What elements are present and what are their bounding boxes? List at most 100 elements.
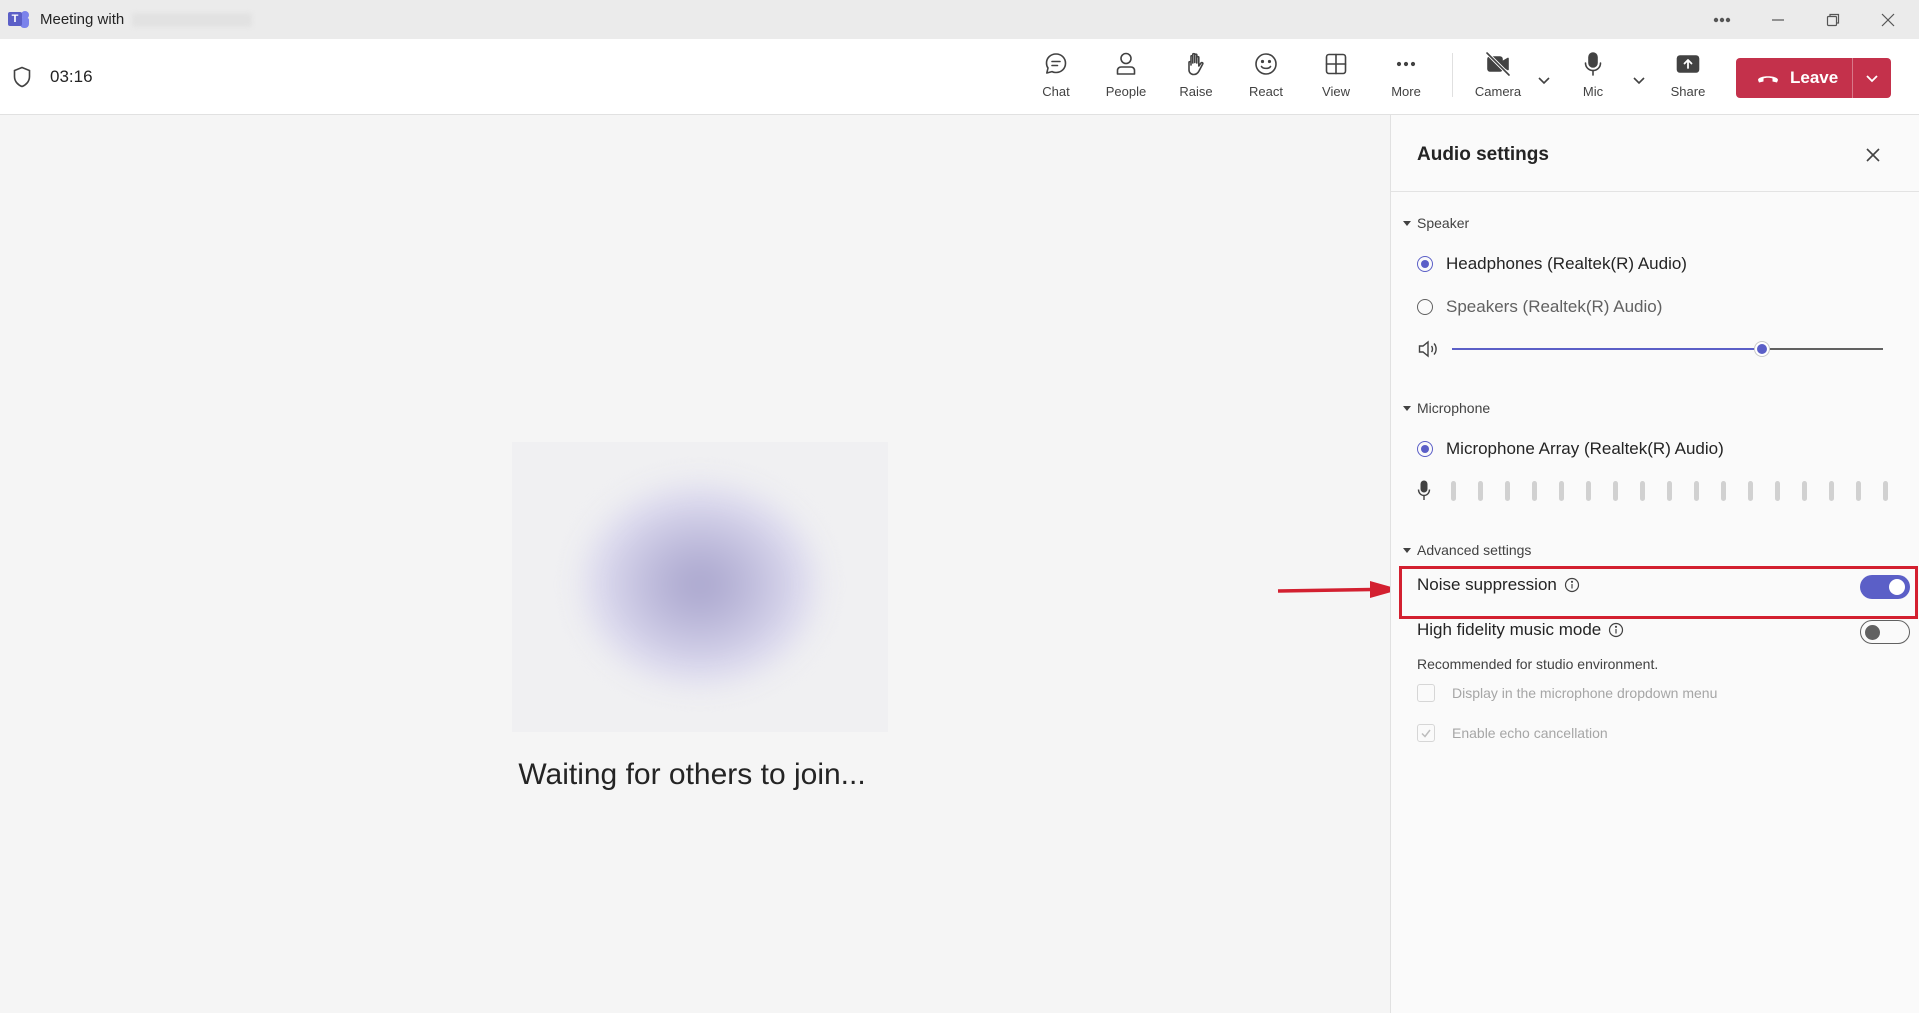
- share-label: Share: [1670, 84, 1706, 99]
- audio-settings-panel: Audio settings Speaker Headphones (Realt…: [1390, 115, 1919, 1013]
- ellipsis-icon: [1396, 61, 1416, 67]
- slider-fill: [1452, 348, 1763, 350]
- blurred-avatar: [580, 482, 820, 687]
- level-bar: [1667, 481, 1672, 501]
- leave-button[interactable]: Leave: [1736, 58, 1891, 98]
- title-bar: T Meeting with: [0, 0, 1919, 39]
- slider-thumb[interactable]: [1755, 342, 1770, 356]
- meeting-stage: Waiting for others to join...: [0, 115, 1390, 1013]
- camera-off-icon: [1485, 51, 1511, 77]
- level-bar: [1694, 481, 1699, 501]
- microphone-option-label: Microphone Array (Realtek(R) Audio): [1446, 439, 1724, 458]
- speaker-heading: Speaker: [1417, 215, 1470, 231]
- speaker-option-headphones[interactable]: Headphones (Realtek(R) Audio): [1417, 254, 1687, 274]
- microphone-level-meter: [1417, 480, 1910, 502]
- meeting-timer: 03:16: [50, 67, 93, 86]
- share-button[interactable]: Share: [1656, 50, 1720, 106]
- hifi-music-note: Recommended for studio environment.: [1417, 656, 1659, 672]
- microphone-section-toggle[interactable]: Microphone: [1403, 400, 1490, 416]
- checkbox-checked[interactable]: [1417, 724, 1435, 742]
- camera-button[interactable]: Camera: [1466, 50, 1530, 106]
- level-bar: [1640, 481, 1645, 501]
- teams-logo-icon: T: [8, 9, 30, 31]
- leave-main[interactable]: Leave: [1736, 58, 1852, 98]
- mic-label: Mic: [1582, 84, 1604, 99]
- caret-down-icon: [1403, 405, 1411, 411]
- radio-button-selected[interactable]: [1417, 441, 1433, 457]
- smiley-icon: [1255, 53, 1277, 75]
- level-bar: [1613, 481, 1618, 501]
- level-bar: [1559, 481, 1564, 501]
- microphone-heading: Microphone: [1417, 400, 1491, 416]
- chat-label: Chat: [1042, 84, 1070, 99]
- speaker-option-label: Speakers (Realtek(R) Audio): [1446, 297, 1663, 316]
- people-button[interactable]: People: [1094, 50, 1158, 106]
- level-bar: [1478, 481, 1483, 501]
- mic-icon: [1417, 480, 1431, 500]
- speaker-section-toggle[interactable]: Speaker: [1403, 215, 1469, 231]
- level-bar: [1721, 481, 1726, 501]
- mic-button[interactable]: Mic: [1561, 50, 1625, 106]
- level-bar: [1532, 481, 1537, 501]
- more-button[interactable]: More: [1374, 50, 1438, 106]
- radio-button-selected[interactable]: [1417, 256, 1433, 272]
- meeting-toolbar: 03:16 Chat People Raise React View More …: [0, 39, 1919, 115]
- people-icon: [1116, 52, 1136, 75]
- speaker-option-label: Headphones (Realtek(R) Audio): [1446, 254, 1687, 273]
- annotation-arrow-icon: [1277, 581, 1400, 598]
- redacted-meeting-name: [132, 12, 253, 27]
- camera-options-chevron-icon[interactable]: [1535, 71, 1553, 89]
- avatar-placeholder: [512, 442, 888, 732]
- speaker-volume-icon: [1417, 339, 1441, 364]
- mic-options-chevron-icon[interactable]: [1630, 71, 1648, 89]
- more-options-icon[interactable]: [1694, 0, 1750, 39]
- hifi-music-row: High fidelity music mode: [1417, 620, 1910, 644]
- speaker-volume-slider[interactable]: [1452, 342, 1883, 356]
- waiting-message: Waiting for others to join...: [518, 758, 866, 791]
- caret-down-icon: [1403, 220, 1411, 226]
- speaker-option-speakers[interactable]: Speakers (Realtek(R) Audio): [1417, 297, 1662, 317]
- hifi-music-toggle[interactable]: [1860, 620, 1910, 644]
- toolbar-divider: [1452, 53, 1453, 97]
- raise-hand-button[interactable]: Raise: [1164, 50, 1228, 106]
- checkmark-icon: [1421, 729, 1431, 738]
- restore-icon[interactable]: [1805, 0, 1861, 39]
- minimize-icon[interactable]: [1750, 0, 1806, 39]
- leave-options-chevron-icon[interactable]: [1853, 58, 1891, 98]
- display-in-dropdown-label: Display in the microphone dropdown menu: [1452, 685, 1718, 701]
- level-bar: [1883, 481, 1888, 501]
- camera-label: Camera: [1474, 84, 1522, 99]
- leave-label: Leave: [1790, 68, 1839, 87]
- info-icon[interactable]: [1608, 622, 1624, 638]
- caret-down-icon: [1403, 547, 1411, 553]
- echo-cancellation-label: Enable echo cancellation: [1452, 725, 1608, 741]
- hifi-music-label: High fidelity music mode: [1417, 620, 1602, 639]
- level-bar: [1748, 481, 1753, 501]
- advanced-section-toggle[interactable]: Advanced settings: [1403, 542, 1531, 558]
- speaker-volume-row: [1417, 337, 1887, 361]
- level-bar: [1505, 481, 1510, 501]
- advanced-heading: Advanced settings: [1417, 542, 1532, 558]
- close-icon[interactable]: [1860, 0, 1916, 39]
- more-label: More: [1391, 84, 1421, 99]
- echo-cancellation-row[interactable]: Enable echo cancellation: [1417, 724, 1608, 742]
- radio-button[interactable]: [1417, 299, 1433, 315]
- annotation-highlight-box: [1399, 566, 1918, 619]
- microphone-option-array[interactable]: Microphone Array (Realtek(R) Audio): [1417, 439, 1724, 459]
- level-bar: [1829, 481, 1834, 501]
- hand-icon: [1188, 52, 1204, 76]
- shield-icon: [12, 66, 32, 93]
- share-icon: [1676, 55, 1700, 73]
- close-panel-icon[interactable]: [1861, 143, 1885, 167]
- checkbox[interactable]: [1417, 684, 1435, 702]
- display-in-dropdown-row[interactable]: Display in the microphone dropdown menu: [1417, 684, 1717, 702]
- react-button[interactable]: React: [1234, 50, 1298, 106]
- hang-up-icon: [1758, 76, 1778, 83]
- chat-button[interactable]: Chat: [1024, 50, 1088, 106]
- panel-header: Audio settings: [1391, 115, 1919, 192]
- view-label: View: [1322, 84, 1350, 99]
- level-bar: [1451, 481, 1456, 501]
- view-button[interactable]: View: [1304, 50, 1368, 106]
- level-bar: [1775, 481, 1780, 501]
- mic-icon: [1584, 52, 1602, 76]
